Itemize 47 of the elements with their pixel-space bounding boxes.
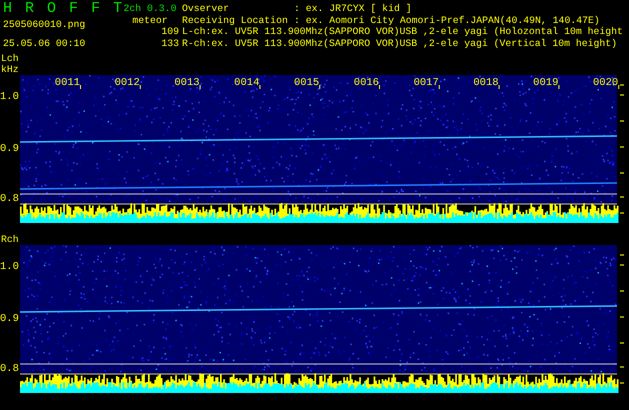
time-tick	[379, 84, 380, 90]
app-title-letter: O	[47, 3, 56, 14]
count-text: 133	[160, 38, 179, 49]
count-text: 109	[160, 26, 179, 38]
app-title-letter: H	[3, 3, 12, 14]
app-title-letter: R	[25, 3, 34, 14]
y-axis-label: 1.0	[0, 91, 19, 103]
app-title-letter: T	[113, 3, 122, 14]
channel-label: Rch	[1, 234, 19, 245]
time-tick	[140, 84, 141, 90]
mode-text: meteor	[131, 14, 169, 26]
time-label: 0014	[234, 77, 260, 89]
time-tick	[498, 84, 500, 90]
info-label: Receiving Location	[182, 14, 289, 26]
y-axis-label: 0.9	[0, 143, 19, 155]
time-label: 0020	[592, 77, 618, 89]
y-axis-label: 0.9	[0, 313, 19, 325]
info-label: Ovserver	[182, 3, 230, 14]
time-label: 0015	[294, 77, 320, 89]
time-label: 0016	[354, 77, 379, 89]
time-tick	[558, 84, 560, 90]
version-text: 2ch 0.3.0	[122, 3, 178, 14]
y-axis-label: 0.8	[0, 193, 19, 205]
time-label: 0019	[533, 77, 558, 89]
channel-label: Lch	[1, 53, 19, 64]
filename-text: 2505060010.png	[3, 18, 86, 30]
app-title-letter: F	[69, 3, 78, 14]
time-tick	[319, 84, 320, 90]
channel-info-text: R-ch:ex. UV5R 113.900Mhz(SAPPORO VOR)USB ,2-ele yagi (Vertical 10m height)	[182, 38, 618, 49]
time-label: 0012	[114, 77, 140, 89]
time-tick	[200, 84, 201, 90]
unit-label: kHz	[1, 64, 19, 75]
time-tick	[80, 84, 81, 90]
time-tick	[438, 84, 440, 90]
datetime-text: 25.05.06 00:10	[3, 38, 86, 50]
time-label: 0018	[473, 77, 499, 89]
time-label: 0013	[174, 77, 200, 89]
time-tick	[259, 84, 260, 90]
info-value: : ex. Aomori City Aomori-Pref.JAPAN(40.49N, 140.47E)	[294, 14, 600, 26]
time-label: 0011	[54, 77, 80, 89]
y-axis-label: 0.8	[0, 363, 19, 375]
info-value: : ex. JR7CYX [ kid ]	[294, 3, 412, 14]
time-tick	[618, 84, 620, 90]
app-title-letter: F	[91, 3, 100, 14]
channel-info-text: L-ch:ex. UV5R 113.900Mhz(SAPPORO VOR)USB ,2-ele yagi (Holozontal 10m height	[182, 26, 624, 38]
time-label: 0017	[414, 77, 439, 89]
y-axis-label: 1.0	[0, 261, 19, 273]
